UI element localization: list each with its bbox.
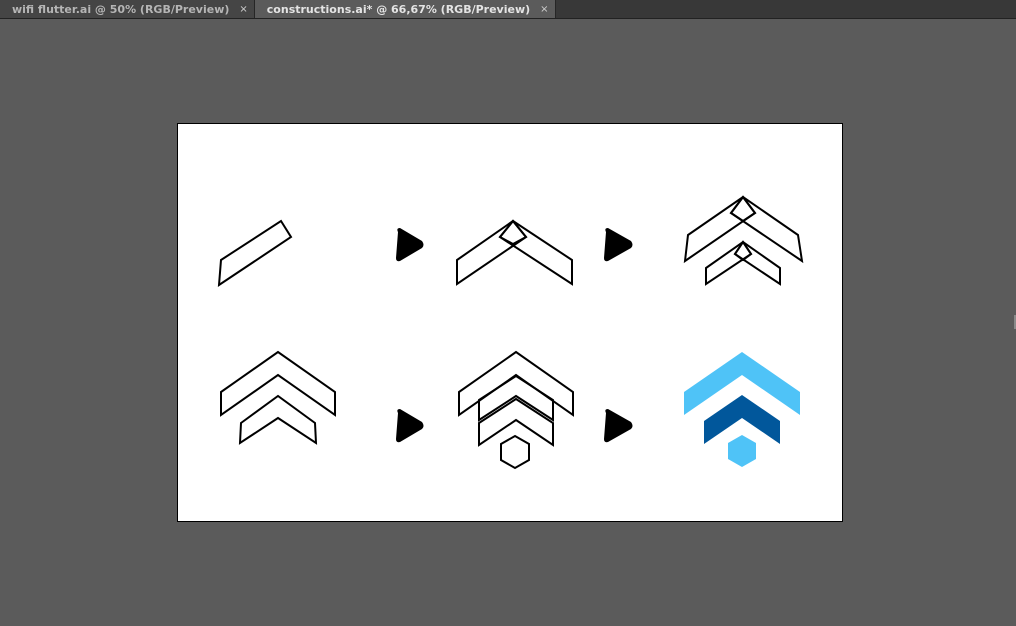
- step2-chevron-shape[interactable]: [456, 219, 573, 286]
- arrow-right-icon: [604, 228, 633, 262]
- step1-bar-shape[interactable]: [217, 219, 293, 287]
- close-icon[interactable]: ×: [540, 4, 548, 15]
- artboard[interactable]: [177, 123, 843, 522]
- step4-merged-chevrons-shape[interactable]: [220, 350, 336, 445]
- tab-label: constructions.ai* @ 66,67% (RGB/Preview): [266, 2, 531, 16]
- close-icon[interactable]: ×: [239, 4, 247, 15]
- arrow-right-icon: [396, 409, 424, 443]
- tab-label: wifi flutter.ai @ 50% (RGB/Preview): [12, 2, 230, 16]
- arrow-right-icon: [396, 228, 424, 262]
- final-wifi-icon[interactable]: [684, 352, 800, 467]
- step5-chevrons-hexagon-shape[interactable]: [458, 350, 574, 470]
- tab-wifi-flutter[interactable]: wifi flutter.ai @ 50% (RGB/Preview) ×: [0, 0, 255, 18]
- tab-constructions[interactable]: constructions.ai* @ 66,67% (RGB/Preview)…: [254, 0, 556, 18]
- arrow-right-icon: [604, 409, 633, 443]
- artwork: [217, 195, 804, 470]
- document-tab-bar: wifi flutter.ai @ 50% (RGB/Preview) × co…: [0, 0, 1016, 19]
- step3-double-chevron-shape[interactable]: [683, 195, 804, 286]
- canvas-workspace[interactable]: [0, 19, 1016, 626]
